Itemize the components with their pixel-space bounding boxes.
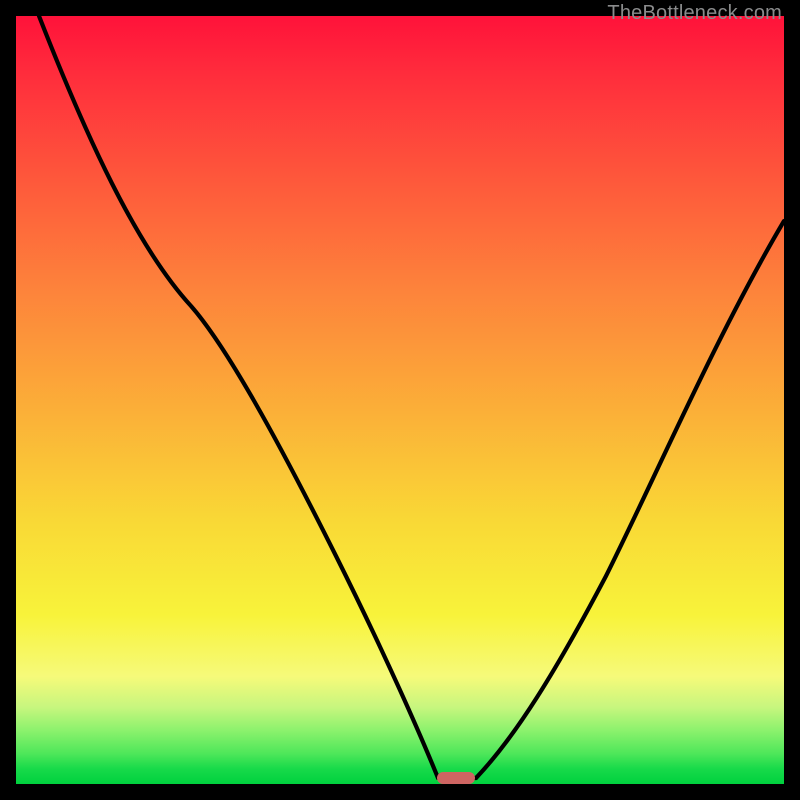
plot-gradient-background [16,16,784,784]
chart-frame: TheBottleneck.com [0,0,800,800]
